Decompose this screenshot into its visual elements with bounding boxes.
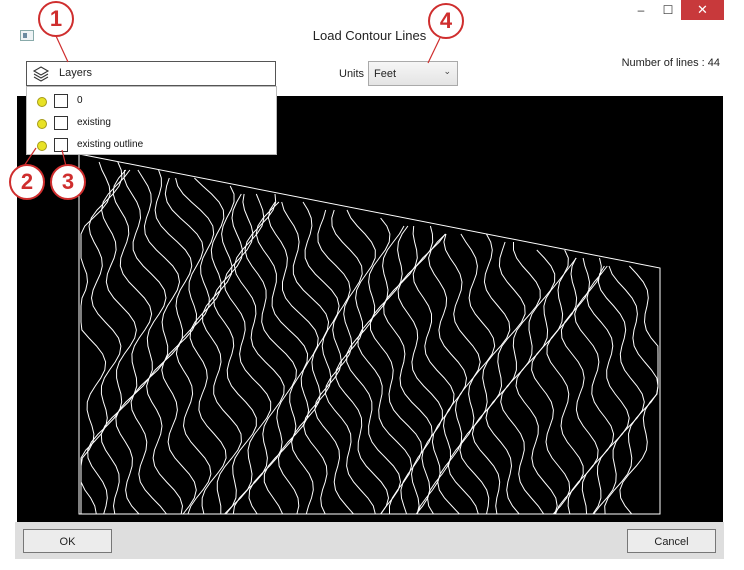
window-title: Load Contour Lines <box>312 28 427 43</box>
callout-badge: 2 <box>9 164 45 200</box>
contour-line <box>447 233 496 515</box>
contour-line <box>146 169 193 515</box>
units-label: Units <box>339 68 365 80</box>
close-button[interactable]: ✕ <box>681 0 724 20</box>
callout-badge: 1 <box>38 1 74 37</box>
contour-line <box>485 242 541 515</box>
units-selected-value: Feet <box>374 68 397 80</box>
contour-line <box>500 249 556 515</box>
line-count-status: Number of lines : 44 <box>621 57 720 69</box>
callout-badge: 4 <box>428 3 464 39</box>
minimize-button[interactable]: – <box>627 0 655 20</box>
contour-line <box>255 201 309 515</box>
layer-name: 0 <box>77 95 83 106</box>
contour-line <box>100 169 153 515</box>
layer-checkbox[interactable] <box>54 116 68 130</box>
layer-item[interactable]: existing <box>27 112 277 134</box>
ok-button[interactable]: OK <box>23 529 112 553</box>
layer-item[interactable]: 0 <box>27 90 277 112</box>
contour-lines-drawing <box>78 153 661 515</box>
layers-list: 0 existing existing outline <box>26 86 277 155</box>
cancel-button[interactable]: Cancel <box>627 529 716 553</box>
layer-color-dot-icon[interactable] <box>37 97 47 107</box>
contour-line <box>593 265 645 515</box>
contour-line <box>586 265 630 515</box>
contour-line <box>175 177 215 515</box>
contour-line <box>130 169 181 515</box>
contour-line <box>459 233 511 515</box>
contour-line <box>531 257 577 515</box>
callout-badge: 3 <box>50 164 86 200</box>
contour-line <box>80 161 123 515</box>
chevron-down-icon: ⌄ <box>443 66 451 76</box>
layers-label: Layers <box>59 67 93 79</box>
contour-line <box>397 225 443 515</box>
layer-color-dot-icon[interactable] <box>37 119 47 129</box>
contour-line <box>412 233 455 515</box>
layer-name: existing outline <box>77 139 144 150</box>
layer-color-dot-icon[interactable] <box>37 141 47 151</box>
layer-checkbox[interactable] <box>54 138 68 152</box>
title-bar[interactable]: Load Contour Lines <box>15 22 724 50</box>
layer-item[interactable]: existing outline <box>27 134 277 156</box>
site-outline <box>78 153 661 515</box>
contour-line <box>357 225 413 514</box>
contour-preview-canvas[interactable] <box>17 96 723 523</box>
units-select[interactable]: Feet ⌄ <box>368 61 458 86</box>
contour-line <box>87 169 137 515</box>
layers-icon <box>32 66 50 82</box>
contour-line <box>515 249 569 515</box>
maximize-button[interactable]: ☐ <box>655 0 681 20</box>
layers-dropdown[interactable]: Layers <box>26 61 276 86</box>
dialog-footer <box>15 522 724 559</box>
contour-line <box>244 193 297 515</box>
layer-checkbox[interactable] <box>54 94 68 108</box>
contour-line <box>267 201 319 515</box>
layer-name: existing <box>77 117 111 128</box>
contour-line <box>574 257 615 515</box>
contour-line <box>80 161 111 514</box>
